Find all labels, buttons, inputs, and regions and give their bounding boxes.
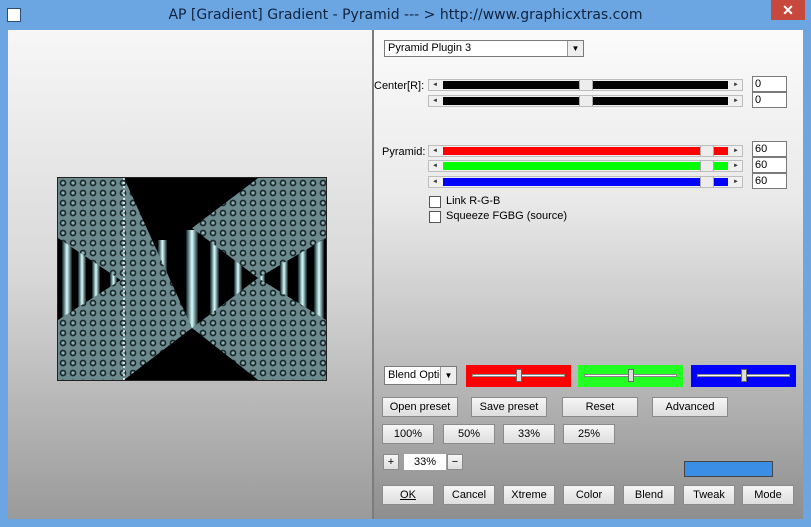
zoom-value: 33% (404, 454, 446, 470)
center-x-field[interactable]: 0 (752, 76, 787, 92)
scroll-left-arrow-icon[interactable]: ◄ (429, 161, 441, 171)
preview-pane (8, 30, 374, 519)
zoom-33-button[interactable]: 33% (503, 424, 555, 444)
zoom-50-button[interactable]: 50% (443, 424, 495, 444)
slider-thumb[interactable] (578, 80, 593, 90)
chevron-down-icon[interactable]: ▼ (567, 41, 583, 56)
open-preset-button[interactable]: Open preset (382, 397, 458, 417)
scroll-right-arrow-icon[interactable]: ► (730, 177, 742, 187)
ok-label: OK (400, 489, 416, 501)
title-bar[interactable]: AP [Gradient] Gradient - Pyramid --- > h… (0, 0, 811, 30)
color-swatch[interactable] (684, 461, 773, 477)
scroll-right-arrow-icon[interactable]: ► (730, 96, 742, 106)
client-area: Pyramid Plugin 3 ▼ Center[R]: ◄ ► 0 ◄ ► 0 … (8, 30, 803, 519)
slider-track[interactable] (443, 162, 728, 170)
plugin-select-value: Pyramid Plugin 3 (388, 42, 472, 54)
squeeze-checkbox[interactable] (429, 211, 441, 223)
advanced-button[interactable]: Advanced (652, 397, 728, 417)
scroll-left-arrow-icon[interactable]: ◄ (429, 146, 441, 156)
pyramid-green-slider[interactable]: ◄ ► (428, 160, 743, 172)
close-button[interactable]: ✕ (771, 0, 805, 20)
center-y-field[interactable]: 0 (752, 92, 787, 108)
ok-button[interactable]: OK (382, 485, 434, 505)
scroll-right-arrow-icon[interactable]: ► (730, 80, 742, 90)
pyramid-blue-slider[interactable]: ◄ ► (428, 176, 743, 188)
zoom-25-button[interactable]: 25% (563, 424, 615, 444)
slider-thumb[interactable] (699, 177, 714, 187)
scroll-right-arrow-icon[interactable]: ► (730, 146, 742, 156)
slider-thumb[interactable] (699, 161, 714, 171)
slider-thumb[interactable] (627, 369, 634, 382)
scroll-left-arrow-icon[interactable]: ◄ (429, 96, 441, 106)
slider-thumb[interactable] (515, 369, 522, 382)
mode-button[interactable]: Mode (742, 485, 794, 505)
pyramid-green-field[interactable]: 60 (752, 157, 787, 173)
center-y-slider[interactable]: ◄ ► (428, 95, 743, 107)
link-rgb-label: Link R-G-B (446, 195, 501, 207)
center-label: Center[R]: (374, 80, 425, 92)
plugin-window: AP [Gradient] Gradient - Pyramid --- > h… (0, 0, 811, 527)
slider-thumb[interactable] (740, 369, 747, 382)
pyramid-red-slider[interactable]: ◄ ► (428, 145, 743, 157)
xtreme-button[interactable]: Xtreme (503, 485, 555, 505)
pyramid-label: Pyramid: (382, 146, 426, 158)
link-rgb-checkbox[interactable] (429, 196, 441, 208)
scroll-right-arrow-icon[interactable]: ► (730, 161, 742, 171)
blend-select-value: Blend Optio (388, 369, 446, 381)
reset-button[interactable]: Reset (562, 397, 638, 417)
slider-thumb[interactable] (699, 146, 714, 156)
zoom-in-button[interactable]: + (383, 454, 399, 470)
blend-blue-slider[interactable] (691, 365, 796, 387)
chevron-down-icon[interactable]: ▼ (440, 367, 456, 384)
scroll-left-arrow-icon[interactable]: ◄ (429, 177, 441, 187)
blend-red-slider[interactable] (466, 365, 571, 387)
window-title: AP [Gradient] Gradient - Pyramid --- > h… (168, 7, 643, 23)
slider-track[interactable] (443, 147, 728, 155)
save-preset-button[interactable]: Save preset (471, 397, 547, 417)
scroll-left-arrow-icon[interactable]: ◄ (429, 80, 441, 90)
gradient-preview-image[interactable] (57, 177, 327, 381)
squeeze-label: Squeeze FGBG (source) (446, 210, 568, 222)
plugin-select[interactable]: Pyramid Plugin 3 ▼ (384, 40, 584, 57)
pyramid-red-field[interactable]: 60 (752, 141, 787, 157)
zoom-out-button[interactable]: − (447, 454, 463, 470)
controls-pane: Pyramid Plugin 3 ▼ Center[R]: ◄ ► 0 ◄ ► 0 … (374, 30, 803, 519)
zoom-100-button[interactable]: 100% (382, 424, 434, 444)
color-button[interactable]: Color (563, 485, 615, 505)
blend-green-slider[interactable] (578, 365, 683, 387)
blend-button[interactable]: Blend (623, 485, 675, 505)
blend-options-select[interactable]: Blend Optio ▼ (384, 366, 457, 385)
cancel-button[interactable]: Cancel (443, 485, 495, 505)
tweak-button[interactable]: Tweak (683, 485, 735, 505)
center-x-slider[interactable]: ◄ ► (428, 79, 743, 91)
slider-thumb[interactable] (578, 96, 593, 106)
pyramid-blue-field[interactable]: 60 (752, 173, 787, 189)
slider-track[interactable] (443, 178, 728, 186)
